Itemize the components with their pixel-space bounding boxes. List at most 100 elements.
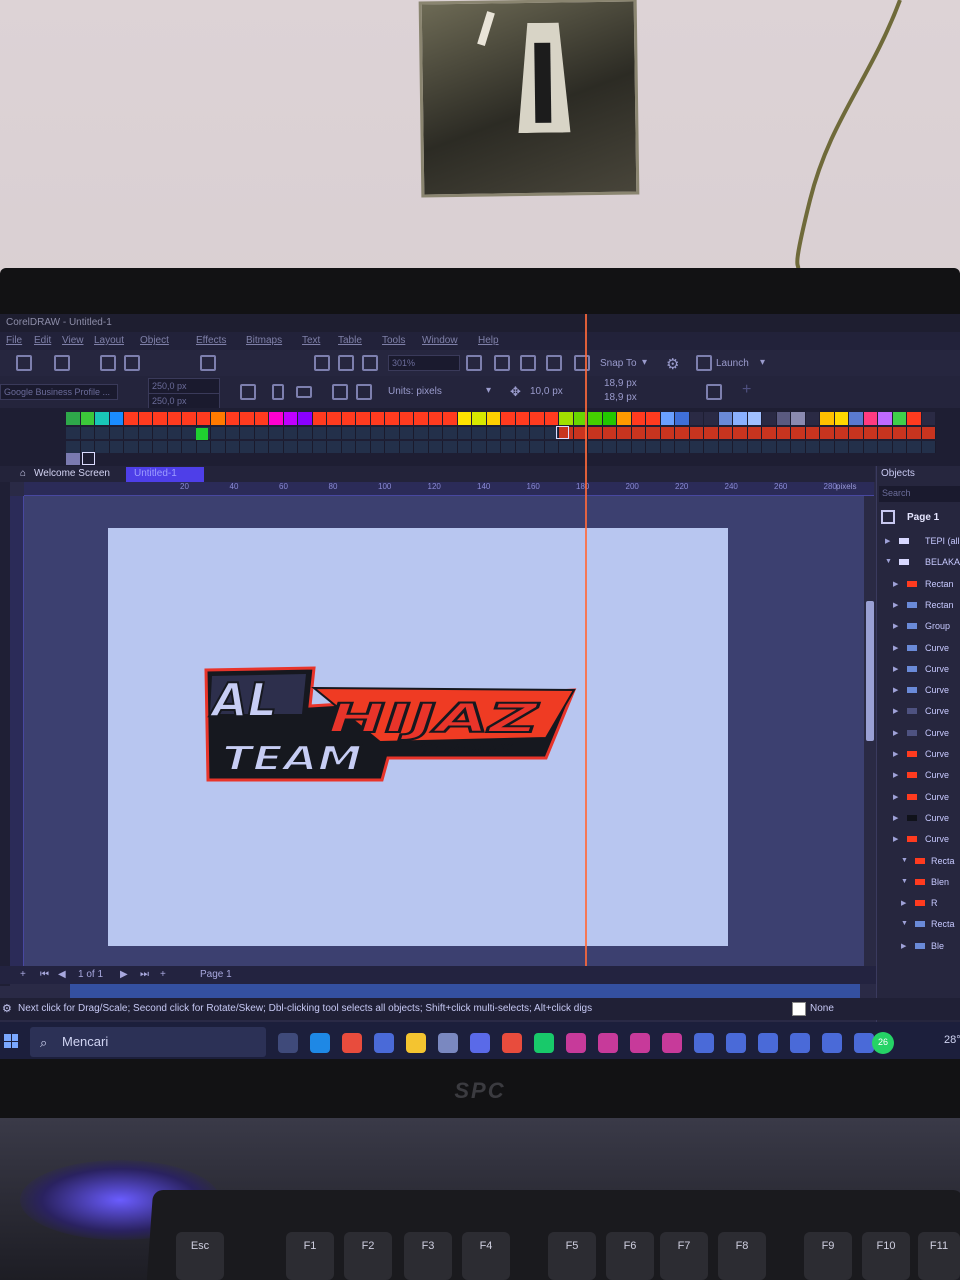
objects-tree-item[interactable]: ▼ Recta: [877, 852, 960, 872]
objects-tree-item[interactable]: ▶ Rectan: [877, 596, 960, 616]
palette-cell[interactable]: [907, 427, 922, 439]
palette-cell[interactable]: [791, 441, 806, 453]
palette-swatch[interactable]: [124, 412, 139, 425]
page-preset-select[interactable]: Google Business Profile ...: [0, 384, 118, 400]
portrait-icon[interactable]: [272, 384, 284, 400]
new-document-icon[interactable]: [16, 355, 32, 371]
objects-tree-item[interactable]: ▶ R: [877, 894, 960, 914]
palette-cell[interactable]: [617, 427, 632, 439]
expand-arrow-icon[interactable]: ▶: [893, 814, 898, 822]
objects-tree-item[interactable]: ▶ Curve: [877, 639, 960, 659]
palette-swatch[interactable]: [109, 412, 124, 425]
vertical-ruler[interactable]: [10, 496, 24, 966]
objects-tree-item[interactable]: ▼ BELAKA: [877, 553, 960, 573]
vertical-scrollbar[interactable]: [864, 496, 876, 966]
menu-table[interactable]: Table: [338, 335, 362, 346]
palette-cell[interactable]: [211, 441, 226, 453]
palette-swatch[interactable]: [530, 412, 545, 425]
palette-swatch[interactable]: [472, 412, 487, 425]
palette-cell[interactable]: [820, 441, 835, 453]
palette-cell[interactable]: [414, 441, 429, 453]
palette-swatch[interactable]: [515, 412, 530, 425]
menu-view[interactable]: View: [62, 335, 84, 346]
palette-swatch[interactable]: [138, 412, 153, 425]
palette-cell[interactable]: [428, 427, 443, 439]
palette-cell[interactable]: [892, 441, 907, 453]
palette-swatch[interactable]: [385, 412, 400, 425]
palette-cell[interactable]: [66, 441, 81, 453]
objects-tree-item[interactable]: ▶ Curve: [877, 724, 960, 744]
palette-cell[interactable]: [283, 441, 298, 453]
palette-swatch[interactable]: [718, 412, 733, 425]
palette-cell[interactable]: [530, 427, 545, 439]
objects-tree-item[interactable]: ▶ Curve: [877, 766, 960, 786]
palette-cell[interactable]: [617, 441, 632, 453]
expand-arrow-icon[interactable]: ▼: [885, 558, 892, 565]
palette-cell[interactable]: [312, 441, 327, 453]
palette-cell[interactable]: [341, 427, 356, 439]
palette-cell[interactable]: [399, 441, 414, 453]
palette-swatch[interactable]: [167, 412, 182, 425]
palette-swatch[interactable]: [428, 412, 443, 425]
palette-cell[interactable]: [225, 427, 240, 439]
show-grid-icon[interactable]: [362, 355, 378, 371]
palette-swatch[interactable]: [414, 412, 429, 425]
page-height-field[interactable]: 250,0 px: [148, 393, 220, 409]
expand-arrow-icon[interactable]: ▶: [893, 707, 898, 715]
add-icon[interactable]: +: [742, 381, 751, 399]
tab-welcome-screen[interactable]: Welcome Screen: [26, 467, 118, 482]
expand-arrow-icon[interactable]: ▼: [901, 878, 908, 885]
first-page-icon[interactable]: ⏮: [40, 969, 49, 980]
palette-cell[interactable]: [211, 427, 226, 439]
duplicate-x-field[interactable]: 18,9 px: [604, 378, 637, 389]
palette-swatch[interactable]: [211, 412, 226, 425]
objects-tree-item[interactable]: ▶ Curve: [877, 830, 960, 850]
palette-cell[interactable]: [428, 441, 443, 453]
palette-swatch[interactable]: [878, 412, 893, 425]
palette-cell[interactable]: [878, 441, 893, 453]
page-tab[interactable]: Page 1: [200, 969, 232, 980]
menu-window[interactable]: Window: [422, 335, 458, 346]
palette-swatch[interactable]: [356, 412, 371, 425]
palette-cell[interactable]: [762, 441, 777, 453]
palette-cell[interactable]: [66, 427, 81, 439]
palette-swatch[interactable]: [863, 412, 878, 425]
palette-cell[interactable]: [225, 441, 240, 453]
palette-cell[interactable]: [312, 427, 327, 439]
palette-cell[interactable]: [660, 427, 675, 439]
palette-cell[interactable]: [921, 441, 936, 453]
last-page-icon[interactable]: ⏭: [140, 969, 149, 980]
snap-distance-icon[interactable]: [356, 384, 372, 400]
menu-edit[interactable]: Edit: [34, 335, 51, 346]
palette-cell[interactable]: [675, 441, 690, 453]
palette-cell[interactable]: [718, 441, 733, 453]
snap-to-dropdown[interactable]: Snap To: [600, 358, 637, 369]
palette-swatch[interactable]: [399, 412, 414, 425]
palette-swatch[interactable]: [892, 412, 907, 425]
menu-tools[interactable]: Tools: [382, 335, 405, 346]
palette-cell[interactable]: [834, 441, 849, 453]
palette-cell[interactable]: [486, 427, 501, 439]
drawing-canvas[interactable]: AL HIJAZ TEAM COMPANY: [24, 496, 864, 966]
menu-object[interactable]: Object: [140, 335, 169, 346]
palette-cell[interactable]: [196, 441, 211, 453]
expand-arrow-icon[interactable]: ▶: [893, 601, 898, 609]
palette-cell[interactable]: [718, 427, 733, 439]
copy-icon[interactable]: [200, 355, 216, 371]
palette-cell[interactable]: [269, 441, 284, 453]
palette-cell[interactable]: [733, 427, 748, 439]
objects-tree-item[interactable]: ▶ Ble: [877, 937, 960, 957]
coreldraw-icon[interactable]: [534, 1033, 554, 1053]
menu-text[interactable]: Text: [302, 335, 320, 346]
page-icon[interactable]: [881, 510, 895, 524]
coreldraw-file-icon[interactable]: [790, 1033, 810, 1053]
objects-tree-item[interactable]: ▼ Blen: [877, 873, 960, 893]
palette-swatch[interactable]: [182, 412, 197, 425]
objects-tree-item[interactable]: ▶ Group: [877, 617, 960, 637]
palette-cell[interactable]: [124, 427, 139, 439]
palette-swatch[interactable]: [486, 412, 501, 425]
palette-cell[interactable]: [370, 441, 385, 453]
export-icon[interactable]: [124, 355, 140, 371]
palette-cell[interactable]: [457, 427, 472, 439]
palette-swatch[interactable]: [646, 412, 661, 425]
